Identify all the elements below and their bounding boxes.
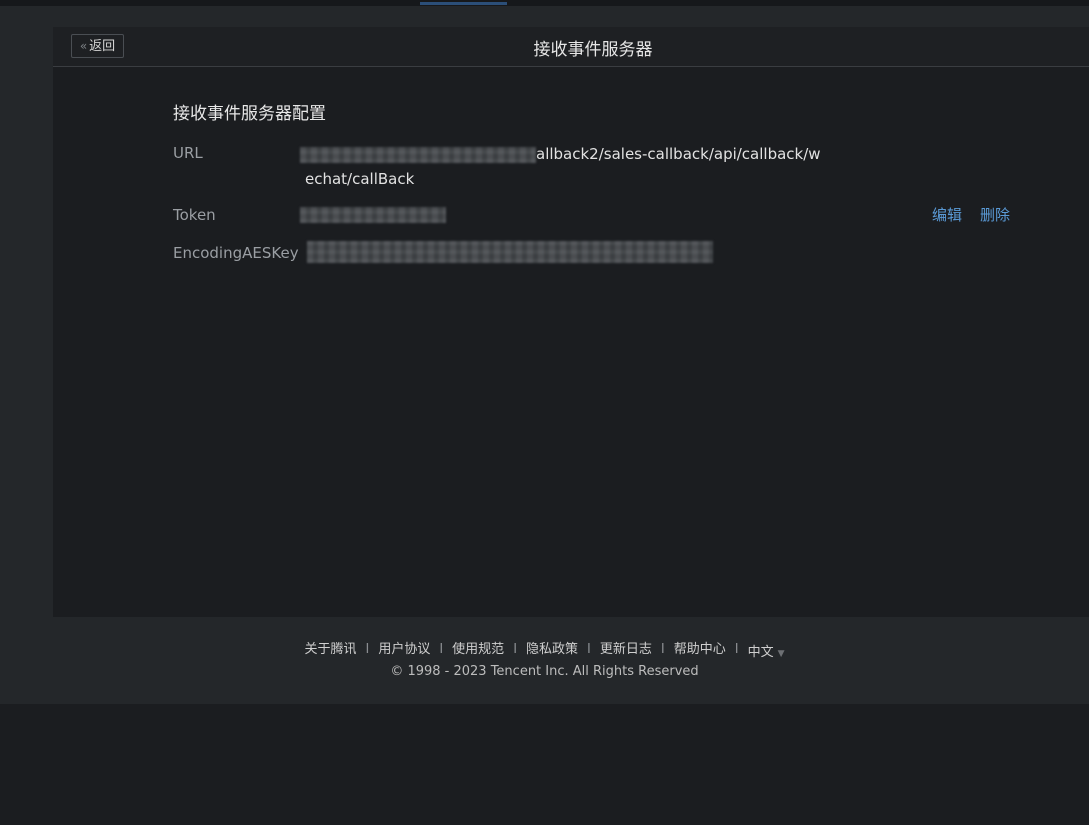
- url-redacted-segment: [300, 146, 536, 163]
- url-value: allback2/sales-callback/api/callback/w e…: [300, 142, 821, 192]
- token-label: Token: [173, 206, 216, 224]
- caret-down-icon: ▼: [777, 649, 785, 659]
- footer-link-user-agreement[interactable]: 用户协议: [378, 642, 430, 657]
- aes-key-label: EncodingAESKey: [173, 244, 299, 262]
- config-panel: «返回 接收事件服务器 接收事件服务器配置 URL allback2/sales…: [53, 27, 1089, 617]
- url-label: URL: [173, 144, 203, 162]
- footer-separator: I: [734, 642, 739, 657]
- footer-separator: I: [660, 642, 665, 657]
- footer-separator: I: [513, 642, 518, 657]
- edit-link[interactable]: 编辑: [932, 204, 962, 225]
- aes-key-redacted-value: [307, 241, 713, 263]
- language-label: 中文: [747, 645, 774, 660]
- footer-link-help-center[interactable]: 帮助中心: [674, 642, 726, 657]
- language-selector[interactable]: 中文 ▼: [748, 645, 785, 660]
- footer-links: 关于腾讯 I 用户协议 I 使用规范 I 隐私政策 I 更新日志 I 帮助中心 I 中文 ▼: [0, 638, 1089, 660]
- page-title: 接收事件服务器: [533, 40, 653, 60]
- footer-separator: I: [587, 642, 591, 657]
- footer-link-changelog[interactable]: 更新日志: [600, 642, 652, 657]
- footer-link-usage-rules[interactable]: 使用规范: [452, 642, 504, 657]
- url-value-line2: echat/callBack: [305, 170, 415, 188]
- active-tab-indicator: [420, 2, 507, 5]
- delete-link[interactable]: 删除: [980, 204, 1010, 225]
- section-title: 接收事件服务器配置: [173, 104, 326, 124]
- token-redacted-value: [300, 207, 446, 223]
- footer-link-privacy[interactable]: 隐私政策: [526, 642, 578, 657]
- footer-separator: I: [365, 642, 370, 657]
- footer-link-about[interactable]: 关于腾讯: [304, 642, 356, 657]
- footer-separator: I: [439, 642, 444, 657]
- copyright-text: © 1998 - 2023 Tencent Inc. All Rights Re…: [390, 664, 699, 679]
- url-value-line1: allback2/sales-callback/api/callback/w: [536, 145, 821, 163]
